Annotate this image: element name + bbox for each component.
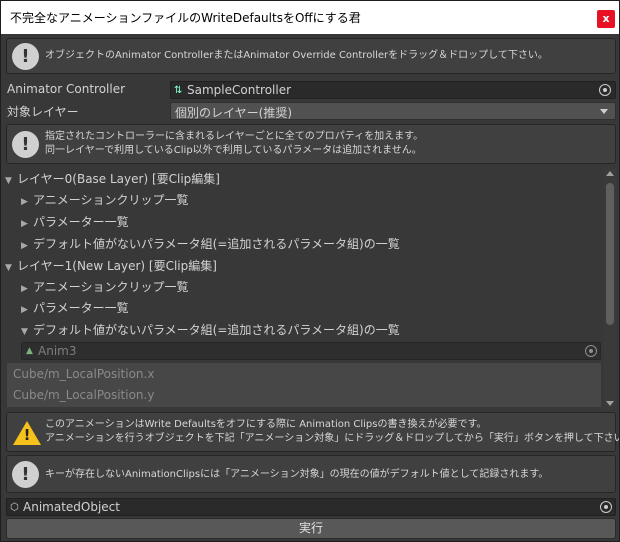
tree-item-label: パラメーター一覧 bbox=[33, 215, 129, 229]
anim-clip-value: Anim3 bbox=[38, 344, 77, 358]
triangle-down-icon: ▼ bbox=[21, 327, 28, 337]
triangle-right-icon: ▶ bbox=[21, 284, 28, 294]
help-box-layer: 指定されたコントローラーに含まれるレイヤーごとに全てのプロパティを加えます。 同… bbox=[6, 124, 616, 164]
tree-layer-0-params[interactable]: ▶ パラメーター一覧 bbox=[21, 214, 129, 232]
scroll-up-icon[interactable] bbox=[606, 171, 614, 176]
scroll-down-icon[interactable] bbox=[606, 401, 614, 406]
tree-layer-0-label: レイヤー0(Base Layer) [要Clip編集] bbox=[17, 172, 220, 186]
animation-clip-icon: ▲ bbox=[26, 346, 33, 356]
info-icon bbox=[12, 461, 39, 488]
window-title: 不完全なアニメーションファイルのWriteDefaultsをOffにする君 bbox=[10, 11, 361, 25]
anim-clip-field: ▲ Anim3 bbox=[21, 342, 601, 360]
triangle-right-icon: ▶ bbox=[21, 241, 28, 251]
tree-layer-1-missing-defaults[interactable]: ▼ デフォルト値がないパラメータ組(=追加されるパラメータ組)の一覧 bbox=[21, 322, 400, 340]
help-box-drag-drop: オブジェクトのAnimator ControllerまたはAnimator Ov… bbox=[6, 38, 616, 74]
main-window: 不完全なアニメーションファイルのWriteDefaultsをOffにする君 x … bbox=[0, 0, 620, 542]
tree-layer-1-clips[interactable]: ▶ アニメーションクリップ一覧 bbox=[21, 279, 189, 297]
warning-icon bbox=[13, 421, 41, 445]
target-layer-label: 対象レイヤー bbox=[7, 105, 79, 119]
target-layer-dropdown[interactable]: 個別のレイヤー(推奨) bbox=[170, 102, 616, 120]
animated-object-value: AnimatedObject bbox=[23, 500, 120, 514]
triangle-down-icon: ▼ bbox=[5, 263, 12, 273]
triangle-right-icon: ▶ bbox=[21, 305, 28, 315]
object-picker-icon[interactable] bbox=[600, 501, 612, 513]
list-item: Cube/m_LocalPosition.y bbox=[13, 388, 155, 402]
warning-message-line2: アニメーションを行うオブジェクトを下記「アニメーション対象」にドラッグ＆ドロップ… bbox=[45, 433, 620, 444]
tree-layer-0[interactable]: ▼ レイヤー0(Base Layer) [要Clip編集] bbox=[5, 171, 220, 189]
help-message: キーが存在しないAnimationClipsには「アニメーション対象」の現在の値… bbox=[45, 469, 549, 480]
object-picker-icon[interactable] bbox=[599, 84, 611, 96]
target-layer-selected: 個別のレイヤー(推奨) bbox=[175, 106, 293, 120]
animator-controller-icon: ⇅ bbox=[174, 85, 183, 96]
tree-layer-1[interactable]: ▼ レイヤー1(New Layer) [要Clip編集] bbox=[5, 258, 217, 276]
triangle-down-icon: ▼ bbox=[5, 176, 12, 186]
triangle-right-icon: ▶ bbox=[21, 197, 28, 207]
gameobject-icon: ⬡ bbox=[10, 502, 19, 513]
list-item: Cube/m_LocalPosition.x bbox=[13, 367, 155, 381]
animator-controller-field[interactable]: ⇅ SampleController bbox=[170, 81, 616, 99]
param-list: Cube/m_LocalPosition.x Cube/m_LocalPosit… bbox=[7, 363, 601, 407]
help-box-default-values: キーが存在しないAnimationClipsには「アニメーション対象」の現在の値… bbox=[6, 455, 616, 493]
help-message-line2: 同一レイヤーで利用しているClip以外で利用しているパラメータは追加されません。 bbox=[45, 145, 422, 156]
animator-controller-value: SampleController bbox=[187, 83, 292, 97]
info-icon bbox=[12, 43, 39, 70]
tree-scrollbar[interactable] bbox=[604, 169, 616, 409]
tree-layer-1-params[interactable]: ▶ パラメーター一覧 bbox=[21, 300, 129, 318]
scroll-thumb[interactable] bbox=[606, 183, 614, 325]
tree-item-label: アニメーションクリップ一覧 bbox=[33, 193, 189, 207]
object-picker-icon bbox=[585, 345, 597, 357]
chevron-down-icon bbox=[600, 109, 608, 114]
tree-layer-0-missing-defaults[interactable]: ▶ デフォルト値がないパラメータ組(=追加されるパラメータ組)の一覧 bbox=[21, 236, 400, 254]
tree-item-label: デフォルト値がないパラメータ組(=追加されるパラメータ組)の一覧 bbox=[33, 323, 400, 337]
help-message: オブジェクトのAnimator ControllerまたはAnimator Ov… bbox=[45, 50, 548, 61]
info-icon bbox=[12, 131, 39, 158]
tree-item-label: パラメーター一覧 bbox=[33, 301, 129, 315]
triangle-right-icon: ▶ bbox=[21, 219, 28, 229]
help-message-line1: 指定されたコントローラーに含まれるレイヤーごとに全てのプロパティを加えます。 bbox=[45, 131, 424, 142]
tree-layer-0-clips[interactable]: ▶ アニメーションクリップ一覧 bbox=[21, 192, 189, 210]
close-button[interactable]: x bbox=[597, 10, 615, 28]
tree-item-label: アニメーションクリップ一覧 bbox=[33, 280, 189, 294]
tree-item-label: デフォルト値がないパラメータ組(=追加されるパラメータ組)の一覧 bbox=[33, 237, 400, 251]
run-button[interactable]: 実行 bbox=[6, 518, 616, 539]
warning-box: このアニメーションはWrite Defaultsをオフにする際に Animati… bbox=[6, 412, 620, 452]
animator-controller-label: Animator Controller bbox=[7, 82, 126, 96]
animated-object-field[interactable]: ⬡ AnimatedObject bbox=[6, 498, 616, 516]
tree-layer-1-label: レイヤー1(New Layer) [要Clip編集] bbox=[17, 259, 217, 273]
title-bar: 不完全なアニメーションファイルのWriteDefaultsをOffにする君 x bbox=[1, 1, 619, 34]
warning-message-line1: このアニメーションはWrite Defaultsをオフにする際に Animati… bbox=[45, 419, 487, 430]
